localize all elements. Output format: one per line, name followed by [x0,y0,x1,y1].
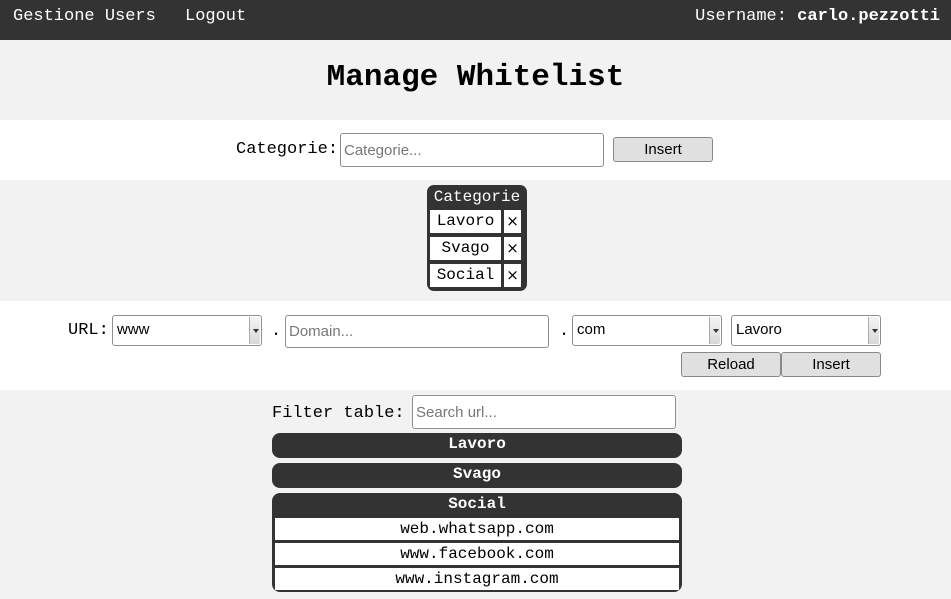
category-insert-button[interactable]: Insert [613,137,713,162]
nav-link-gestione-users[interactable]: Gestione Users [13,7,156,26]
username-label: Username: [695,7,787,26]
domain-input[interactable] [285,315,549,348]
category-label: Categorie: [236,140,339,159]
category-row-name: Lavoro [430,210,501,233]
url-category-select[interactable]: Lavoro [731,315,881,346]
category-row-name: Svago [430,237,501,260]
delete-category-button[interactable]: × [504,210,521,233]
chevron-down-icon [868,317,879,344]
url-group-social: Social web.whatsapp.com www.facebook.com… [272,493,682,592]
url-row[interactable]: www.facebook.com [275,543,679,565]
group-header[interactable]: Lavoro [272,435,682,453]
dot-separator: . [271,322,282,341]
category-form-section: Categorie: Insert [0,120,951,180]
tld-value: com [577,321,606,338]
url-group-lavoro: Lavoro [272,433,682,458]
top-nav-bar: Gestione Users Logout Username: carlo.pe… [0,0,951,40]
category-input[interactable] [340,133,604,167]
category-table: Categorie Lavoro × Svago × Social × [427,185,527,291]
category-row-name: Social [430,264,501,287]
url-category-value: Lavoro [736,321,782,338]
chevron-down-icon [709,317,720,344]
chevron-down-icon [249,317,260,344]
group-header[interactable]: Social [272,495,682,513]
username-value: carlo.pezzotti [797,7,940,26]
url-prefix-value: www [117,321,150,338]
filter-label: Filter table: [272,404,405,423]
dot-separator: . [559,322,570,341]
url-row[interactable]: www.instagram.com [275,568,679,590]
page-title: Manage Whitelist [326,60,625,95]
delete-category-button[interactable]: × [504,264,521,287]
tld-select[interactable]: com [572,315,722,346]
category-table-header: Categorie [433,188,521,206]
filter-search-input[interactable] [412,395,676,429]
url-label: URL: [68,321,109,340]
delete-category-button[interactable]: × [504,237,521,260]
group-header[interactable]: Svago [272,465,682,483]
url-insert-button[interactable]: Insert [781,352,881,377]
reload-button[interactable]: Reload [681,352,781,377]
nav-link-logout[interactable]: Logout [185,7,246,26]
url-row[interactable]: web.whatsapp.com [275,518,679,540]
url-prefix-select[interactable]: www [112,315,262,346]
username-display: Username: carlo.pezzotti [695,7,940,26]
url-form-section: URL: www . . com Lavoro Reload Insert [0,301,951,390]
url-group-svago: Svago [272,463,682,488]
